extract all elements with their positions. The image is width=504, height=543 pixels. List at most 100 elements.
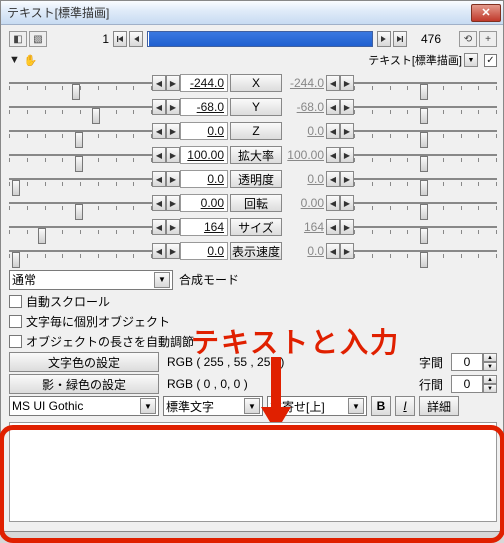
autoscroll-check[interactable] — [9, 295, 22, 308]
param-name-button[interactable]: 回転 — [230, 194, 282, 212]
font-combo[interactable]: MS UI Gothic▼ — [9, 396, 159, 416]
text-input-area[interactable] — [9, 422, 497, 522]
line-spacing-down[interactable]: ▼ — [483, 384, 497, 393]
param-name-button[interactable]: X — [230, 74, 282, 92]
param-value-left[interactable]: 164 — [180, 218, 228, 236]
param-slider-right[interactable] — [354, 121, 497, 141]
param-slider-right[interactable] — [354, 73, 497, 93]
param-name-button[interactable]: 表示速度 — [230, 242, 282, 260]
autoscroll-label: 自動スクロール — [26, 293, 110, 310]
effect-dropdown-icon[interactable]: ▼ — [464, 53, 478, 67]
param-value-left[interactable]: 0.00 — [180, 194, 228, 212]
param-dec[interactable]: ◀ — [152, 75, 166, 91]
char-spacing-down[interactable]: ▼ — [483, 362, 497, 371]
param-dec-r[interactable]: ◀ — [326, 147, 340, 163]
param-dec[interactable]: ◀ — [152, 99, 166, 115]
param-slider-left[interactable] — [9, 73, 152, 93]
param-value-left[interactable]: 0.0 — [180, 170, 228, 188]
detail-button[interactable]: 詳細 — [419, 396, 459, 416]
param-value-left[interactable]: 0.0 — [180, 242, 228, 260]
italic-button[interactable]: I — [395, 396, 415, 416]
param-inc[interactable]: ▶ — [166, 171, 180, 187]
param-dec[interactable]: ◀ — [152, 123, 166, 139]
param-inc-r[interactable]: ▶ — [340, 99, 354, 115]
frame-total-input[interactable] — [409, 31, 443, 47]
frame-prev-fast[interactable] — [113, 31, 127, 47]
perchar-check[interactable] — [9, 315, 22, 328]
font-type-combo[interactable]: 標準文字▼ — [163, 396, 263, 416]
frame-next-fast[interactable] — [393, 31, 407, 47]
param-inc[interactable]: ▶ — [166, 75, 180, 91]
param-slider-left[interactable] — [9, 97, 152, 117]
param-value-left[interactable]: 0.0 — [180, 122, 228, 140]
param-dec-r[interactable]: ◀ — [326, 243, 340, 259]
param-dec-r[interactable]: ◀ — [326, 99, 340, 115]
autolen-check[interactable] — [9, 335, 22, 348]
add-icon[interactable]: + — [479, 31, 497, 47]
param-slider-left[interactable] — [9, 241, 152, 261]
param-inc-r[interactable]: ▶ — [340, 75, 354, 91]
param-slider-left[interactable] — [9, 217, 152, 237]
char-spacing-input[interactable] — [451, 353, 483, 371]
blend-mode-combo[interactable]: 通常 ▼ — [9, 270, 173, 290]
param-inc[interactable]: ▶ — [166, 99, 180, 115]
param-dec-r[interactable]: ◀ — [326, 195, 340, 211]
param-dec-r[interactable]: ◀ — [326, 75, 340, 91]
param-value-left[interactable]: 100.00 — [180, 146, 228, 164]
toggle-icon-2[interactable]: ▧ — [29, 31, 47, 47]
param-slider-right[interactable] — [354, 241, 497, 261]
param-inc-r[interactable]: ▶ — [340, 123, 354, 139]
param-inc-r[interactable]: ▶ — [340, 219, 354, 235]
param-slider-right[interactable] — [354, 169, 497, 189]
close-button[interactable]: ✕ — [471, 4, 501, 22]
param-name-button[interactable]: 拡大率 — [230, 146, 282, 164]
param-dec[interactable]: ◀ — [152, 195, 166, 211]
param-dec[interactable]: ◀ — [152, 243, 166, 259]
param-value-left[interactable]: -244.0 — [180, 74, 228, 92]
param-value-left[interactable]: -68.0 — [180, 98, 228, 116]
param-slider-right[interactable] — [354, 145, 497, 165]
frame-current-input[interactable] — [81, 31, 111, 47]
param-name-button[interactable]: Y — [230, 98, 282, 116]
loop-icon[interactable]: ⟲ — [459, 31, 477, 47]
line-spacing-input[interactable] — [451, 375, 483, 393]
param-slider-right[interactable] — [354, 217, 497, 237]
expand-icon[interactable]: ▼ — [9, 54, 20, 66]
param-dec[interactable]: ◀ — [152, 219, 166, 235]
param-inc-r[interactable]: ▶ — [340, 171, 354, 187]
param-slider-left[interactable] — [9, 121, 152, 141]
param-inc[interactable]: ▶ — [166, 123, 180, 139]
hand-icon[interactable]: ✋ — [24, 54, 38, 67]
param-inc-r[interactable]: ▶ — [340, 243, 354, 259]
param-slider-right[interactable] — [354, 97, 497, 117]
param-inc[interactable]: ▶ — [166, 243, 180, 259]
char-spacing-up[interactable]: ▲ — [483, 353, 497, 362]
param-dec-r[interactable]: ◀ — [326, 123, 340, 139]
param-dec[interactable]: ◀ — [152, 147, 166, 163]
param-inc-r[interactable]: ▶ — [340, 195, 354, 211]
text-color-button[interactable]: 文字色の設定 — [9, 352, 159, 372]
param-dec-r[interactable]: ◀ — [326, 171, 340, 187]
param-name-button[interactable]: Z — [230, 122, 282, 140]
timeline-slider[interactable] — [147, 31, 373, 47]
param-slider-left[interactable] — [9, 169, 152, 189]
param-inc-r[interactable]: ▶ — [340, 147, 354, 163]
param-inc[interactable]: ▶ — [166, 147, 180, 163]
param-slider-left[interactable] — [9, 145, 152, 165]
frame-prev[interactable] — [129, 31, 143, 47]
param-inc[interactable]: ▶ — [166, 195, 180, 211]
param-inc[interactable]: ▶ — [166, 219, 180, 235]
param-name-button[interactable]: サイズ — [230, 218, 282, 236]
align-combo[interactable]: 左寄せ[上]▼ — [267, 396, 367, 416]
line-spacing-up[interactable]: ▲ — [483, 375, 497, 384]
toggle-icon-1[interactable]: ◧ — [9, 31, 27, 47]
bold-button[interactable]: B — [371, 396, 391, 416]
param-slider-right[interactable] — [354, 193, 497, 213]
param-name-button[interactable]: 透明度 — [230, 170, 282, 188]
effect-enable-check[interactable]: ✓ — [484, 54, 497, 67]
param-dec[interactable]: ◀ — [152, 171, 166, 187]
param-slider-left[interactable] — [9, 193, 152, 213]
shadow-color-button[interactable]: 影・緑色の設定 — [9, 374, 159, 394]
frame-next[interactable] — [377, 31, 391, 47]
param-dec-r[interactable]: ◀ — [326, 219, 340, 235]
